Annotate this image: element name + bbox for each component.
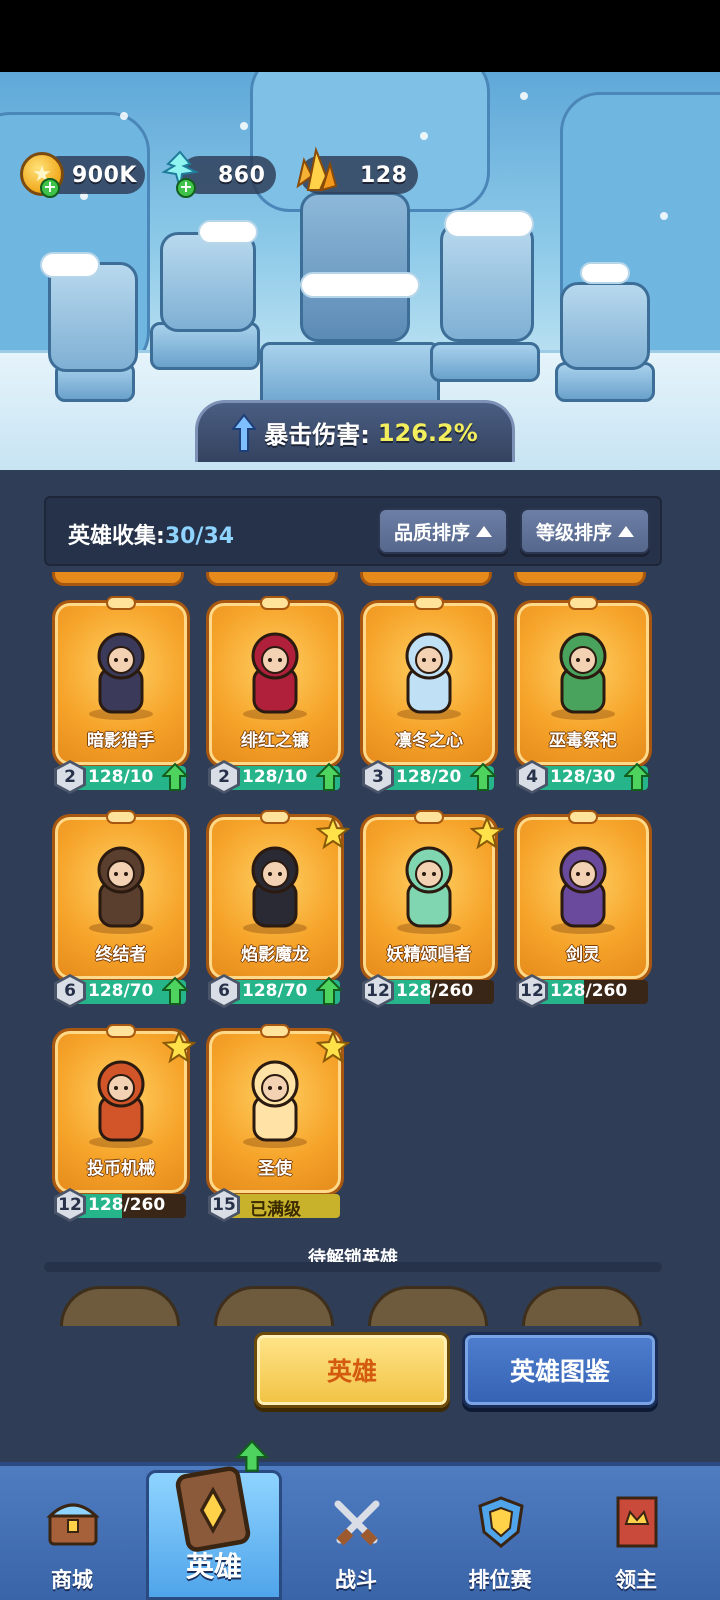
hero-portrait-icon xyxy=(89,846,153,934)
hero-card[interactable]: 焰影魔龙 128/70 6 xyxy=(206,810,350,1010)
nav-lord[interactable]: 领主 xyxy=(576,1466,696,1600)
hero-card[interactable]: 圣使 已满级 15 xyxy=(206,1024,350,1224)
hero-name: 巫毒祭祀 xyxy=(549,731,617,751)
locked-hero-card[interactable] xyxy=(368,1286,488,1326)
hero-progress-text: 128/30 xyxy=(550,767,616,787)
hero-progress-text: 128/260 xyxy=(550,981,628,1001)
collection-label: 英雄收集:30/34 xyxy=(68,524,235,549)
hero-portrait-icon xyxy=(551,632,615,720)
status-bar xyxy=(0,0,720,72)
hero-portrait-icon xyxy=(89,1060,153,1148)
star-icon xyxy=(162,1030,196,1064)
hero-portrait-icon xyxy=(243,846,307,934)
banner-crown-icon xyxy=(616,1496,658,1548)
crit-damage-banner: 暴击伤害: 126.2% xyxy=(195,400,515,462)
crystal-icon xyxy=(296,146,338,192)
up-arrow-icon xyxy=(232,412,257,452)
hero-name: 剑灵 xyxy=(566,945,600,965)
upgrade-arrow-icon[interactable] xyxy=(316,762,342,792)
hero-portrait-icon xyxy=(89,632,153,720)
hero-codex-button[interactable]: 英雄图鉴 xyxy=(462,1332,658,1408)
heroes-tab-button[interactable]: 英雄 xyxy=(254,1332,450,1408)
upgrade-arrow-icon[interactable] xyxy=(624,762,650,792)
star-icon xyxy=(316,1030,350,1064)
upgrade-arrow-icon xyxy=(235,1439,269,1472)
hero-card[interactable]: 凛冬之心 128/20 3 xyxy=(360,596,498,796)
hero-name: 焰影魔龙 xyxy=(241,945,309,965)
add-gold-icon[interactable]: + xyxy=(40,178,60,198)
hero-progress-text: 128/70 xyxy=(242,981,308,1001)
upgrade-arrow-icon[interactable] xyxy=(316,976,342,1006)
hero-progress-text: 128/10 xyxy=(242,767,308,787)
crit-damage-value: 126.2% xyxy=(377,418,478,447)
hero-portrait-icon xyxy=(551,846,615,934)
sort-level-button[interactable]: 等级排序 xyxy=(520,508,650,554)
crystal-value: 128 xyxy=(360,162,408,188)
hero-progress-text: 128/10 xyxy=(88,767,154,787)
locked-hero-card[interactable] xyxy=(214,1286,334,1326)
diamond-value: 860 xyxy=(218,162,266,188)
hero-card[interactable]: 终结者 128/70 6 xyxy=(52,810,190,1010)
hero-card[interactable]: 妖精颂唱者 128/260 12 xyxy=(360,810,504,1010)
hero-name: 绯红之镰 xyxy=(241,731,309,751)
upgrade-arrow-icon[interactable] xyxy=(470,762,496,792)
hero-portrait-icon xyxy=(397,846,461,934)
hero-name: 暗影猎手 xyxy=(87,731,155,751)
hero-portrait-icon xyxy=(397,632,461,720)
hero-progress-text: 128/20 xyxy=(396,767,462,787)
nav-shop[interactable]: 商城 xyxy=(12,1466,132,1600)
hero-card[interactable]: 暗影猎手 128/10 2 xyxy=(52,596,190,796)
locked-hero-card[interactable] xyxy=(522,1286,642,1326)
upgrade-arrow-icon[interactable] xyxy=(162,976,188,1006)
hero-name: 妖精颂唱者 xyxy=(386,945,472,965)
rank-shield-icon xyxy=(478,1496,524,1548)
hero-progress-text: 已满级 xyxy=(250,1200,301,1218)
hero-name: 投币机械 xyxy=(87,1159,155,1179)
hero-card[interactable]: 巫毒祭祀 128/30 4 xyxy=(514,596,652,796)
chest-icon xyxy=(46,1503,100,1546)
hero-card-icon xyxy=(175,1466,251,1552)
nav-ranked[interactable]: 排位赛 xyxy=(440,1466,560,1600)
nav-battle[interactable]: 战斗 xyxy=(296,1466,416,1600)
bottom-nav: 商城 战斗 排位赛 领主 xyxy=(0,1462,720,1600)
hero-card[interactable]: 剑灵 128/260 12 xyxy=(514,810,652,1010)
hero-name: 凛冬之心 xyxy=(395,731,463,751)
locked-heroes-divider xyxy=(44,1262,662,1272)
hero-progress-text: 128/260 xyxy=(396,981,474,1001)
hero-card[interactable]: 投币机械 128/260 12 xyxy=(52,1024,196,1224)
star-icon xyxy=(316,816,350,850)
hero-portrait-icon xyxy=(243,632,307,720)
nav-heroes[interactable]: 英雄 xyxy=(146,1439,282,1600)
upgrade-arrow-icon[interactable] xyxy=(162,762,188,792)
crossed-swords-icon xyxy=(334,1500,380,1546)
sort-asc-icon xyxy=(476,525,492,537)
crit-damage-label: 暴击伤害: xyxy=(264,421,370,449)
hero-name: 圣使 xyxy=(258,1159,292,1179)
add-diamond-icon[interactable]: + xyxy=(176,178,196,198)
star-icon xyxy=(470,816,504,850)
hero-name: 终结者 xyxy=(95,945,147,965)
hero-portrait-icon xyxy=(243,1060,307,1148)
gold-value: 900K xyxy=(72,162,137,188)
sort-asc-icon xyxy=(618,525,634,537)
collection-count: 30/34 xyxy=(164,524,235,549)
hero-progress-text: 128/70 xyxy=(88,981,154,1001)
hero-card[interactable]: 绯红之镰 128/10 2 xyxy=(206,596,344,796)
hero-grid: 暗影猎手 128/10 2 绯红之镰 128/10 2 凛冬之心 128/20 … xyxy=(44,572,676,1262)
hero-progress-text: 128/260 xyxy=(88,1195,166,1215)
sort-quality-button[interactable]: 品质排序 xyxy=(378,508,508,554)
locked-hero-card[interactable] xyxy=(60,1286,180,1326)
collection-header: 英雄收集:30/34 品质排序 等级排序 xyxy=(44,496,662,566)
